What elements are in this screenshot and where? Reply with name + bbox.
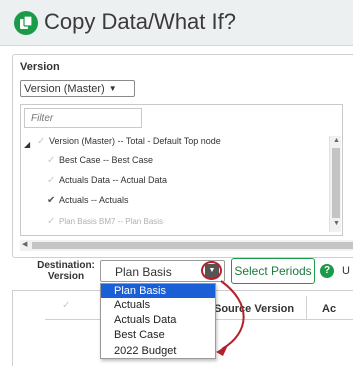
help-icon[interactable]: ? xyxy=(320,264,334,278)
dropdown-option-2022-budget[interactable]: 2022 Budget xyxy=(101,344,215,358)
check-icon: ✓ xyxy=(47,175,56,186)
destination-select-value: Plan Basis xyxy=(115,265,172,279)
select-all-check-icon[interactable]: ✓ xyxy=(62,300,70,311)
check-icon: ✓ xyxy=(47,216,56,227)
version-label: Version xyxy=(20,61,60,73)
scroll-down-icon[interactable]: ▼ xyxy=(333,220,340,227)
tree-horizontal-scrollbar[interactable]: ◀ xyxy=(20,240,353,251)
column-header-ac[interactable]: Ac xyxy=(322,303,336,315)
page-title: Copy Data/What If? xyxy=(44,9,236,34)
copy-icon xyxy=(14,11,38,35)
destination-version-label: Destination: Version xyxy=(37,260,95,282)
dropdown-option-actuals-data[interactable]: Actuals Data xyxy=(101,313,215,327)
tree-node-root[interactable]: ✓ Version (Master) -- Total - Default Top… xyxy=(37,136,221,154)
tree-vertical-scrollbar[interactable]: ▲ ▼ xyxy=(329,136,341,232)
page-header: Copy Data/What If? xyxy=(0,0,353,46)
scrollbar-thumb[interactable] xyxy=(332,148,340,218)
tree-node-actuals-data[interactable]: ✓ Actuals Data -- Actual Data xyxy=(47,175,167,193)
collapse-triangle-icon[interactable]: ◢ xyxy=(24,140,30,149)
truncated-label: U xyxy=(342,265,350,277)
dropdown-option-plan-basis[interactable]: Plan Basis xyxy=(101,284,215,298)
dropdown-option-best-case[interactable]: Best Case xyxy=(101,328,215,342)
column-divider xyxy=(306,296,307,320)
column-header-source-version[interactable]: Source Version xyxy=(214,303,294,315)
destination-version-dropdown: Plan Basis Actuals Actuals Data Best Cas… xyxy=(100,283,216,359)
scroll-left-icon[interactable]: ◀ xyxy=(22,240,27,248)
tree-node-plan-basis[interactable]: ✓ Plan Basis BM7 -- Plan Basis xyxy=(47,216,163,234)
dropdown-option-actuals[interactable]: Actuals xyxy=(101,298,215,312)
scrollbar-thumb[interactable] xyxy=(32,242,353,249)
filter-input[interactable] xyxy=(24,108,142,128)
check-icon: ✔ xyxy=(47,195,56,206)
select-periods-button[interactable]: Select Periods xyxy=(231,258,315,284)
check-icon: ✓ xyxy=(47,155,56,166)
tree-node-actuals[interactable]: ✔ Actuals -- Actuals xyxy=(47,195,129,213)
annotation-circle xyxy=(201,261,222,280)
chevron-down-icon: ▼ xyxy=(108,84,117,93)
tree-node-best-case[interactable]: ✓ Best Case -- Best Case xyxy=(47,155,153,173)
scroll-up-icon[interactable]: ▲ xyxy=(333,137,340,144)
check-icon: ✓ xyxy=(37,136,46,147)
version-select[interactable]: Version (Master) ▼ xyxy=(20,80,135,97)
version-select-value: Version (Master) xyxy=(24,83,105,95)
